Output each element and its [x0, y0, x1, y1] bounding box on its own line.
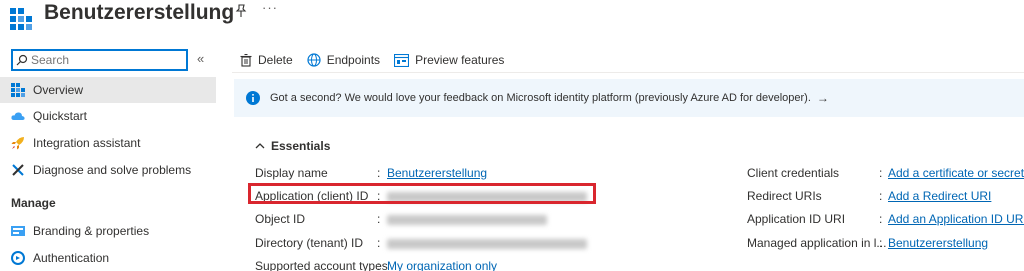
branding-icon	[11, 226, 25, 236]
feedback-banner[interactable]: Got a second? We would love your feedbac…	[234, 79, 1024, 117]
add-redirect-uri-link[interactable]: Add a Redirect URI	[888, 189, 991, 203]
sidebar-item-label: Overview	[33, 83, 84, 97]
app-registration-icon	[10, 8, 32, 30]
sidebar-item-quickstart[interactable]: Quickstart	[0, 103, 216, 129]
sidebar-item-label: Branding & properties	[33, 224, 150, 238]
add-certificate-link[interactable]: Add a certificate or secret	[888, 166, 1024, 180]
colon: :	[377, 259, 381, 271]
colon: :	[377, 236, 381, 250]
delete-label: Delete	[258, 53, 293, 67]
pin-icon[interactable]	[234, 4, 248, 18]
essentials-title: Essentials	[271, 139, 331, 153]
preview-icon	[394, 53, 410, 67]
colon: :	[377, 166, 381, 180]
display-name-label: Display name	[255, 166, 328, 180]
arrow-right-icon[interactable]: →	[817, 91, 829, 105]
colon: :	[377, 212, 381, 226]
search-icon	[16, 54, 28, 66]
authentication-icon	[11, 251, 25, 265]
colon: :	[879, 166, 883, 180]
search-field[interactable]	[11, 49, 188, 71]
grid-icon	[11, 83, 25, 97]
colon: :	[879, 212, 883, 226]
client-credentials-label: Client credentials	[747, 166, 840, 180]
application-id-uri-label: Application ID URI	[747, 212, 846, 226]
info-icon	[246, 91, 260, 105]
chevron-up-icon	[255, 143, 265, 149]
cloud-icon	[11, 112, 25, 120]
colon: :	[879, 236, 883, 250]
sidebar-item-label: Quickstart	[33, 109, 88, 123]
account-types-link[interactable]: My organization only	[387, 259, 497, 271]
colon: :	[879, 189, 883, 203]
tenant-id-redacted	[387, 239, 587, 249]
command-bar: Delete Endpoints Preview features	[240, 50, 518, 70]
object-id-label: Object ID	[255, 212, 306, 226]
client-id-highlight-box	[248, 183, 596, 204]
sidebar-item-label: Diagnose and solve problems	[33, 163, 192, 177]
collapse-sidebar-icon[interactable]: «	[197, 51, 204, 66]
endpoints-label: Endpoints	[326, 53, 381, 67]
sidebar-item-overview[interactable]: Overview	[0, 77, 216, 103]
sidebar-item-diagnose[interactable]: Diagnose and solve problems	[0, 157, 216, 183]
redirect-uris-label: Redirect URIs	[747, 189, 822, 203]
toolbar-divider	[232, 72, 1024, 73]
preview-features-button[interactable]: Preview features	[394, 53, 504, 67]
sidebar-item-authentication[interactable]: Authentication	[0, 245, 216, 271]
account-types-label: Supported account types	[255, 259, 388, 271]
sidebar-item-branding[interactable]: Branding & properties	[0, 218, 216, 244]
managed-application-link[interactable]: Benutzererstellung	[888, 236, 988, 250]
page-title: Benutzererstellung	[44, 1, 235, 24]
delete-button[interactable]: Delete	[240, 53, 293, 67]
add-application-id-uri-link[interactable]: Add an Application ID URI	[888, 212, 1024, 226]
object-id-redacted	[387, 215, 547, 225]
tenant-id-label: Directory (tenant) ID	[255, 236, 364, 250]
trash-icon	[240, 53, 252, 67]
banner-text: Got a second? We would love your feedbac…	[270, 92, 811, 104]
sidebar-item-label: Authentication	[33, 251, 110, 265]
search-input[interactable]	[31, 52, 181, 68]
sidebar-section-manage: Manage	[11, 196, 56, 210]
endpoints-button[interactable]: Endpoints	[307, 53, 380, 67]
sidebar-item-integration-assistant[interactable]: Integration assistant	[0, 130, 216, 156]
sidebar-item-label: Integration assistant	[33, 136, 141, 150]
globe-icon	[307, 53, 321, 67]
wrench-icon	[12, 164, 24, 176]
more-options-icon[interactable]: ···	[262, 0, 278, 15]
preview-features-label: Preview features	[415, 53, 505, 67]
essentials-toggle[interactable]: Essentials	[255, 139, 330, 153]
display-name-link[interactable]: Benutzererstellung	[387, 166, 487, 180]
managed-application-label: Managed application in l...	[747, 236, 887, 250]
rocket-icon	[11, 137, 24, 150]
